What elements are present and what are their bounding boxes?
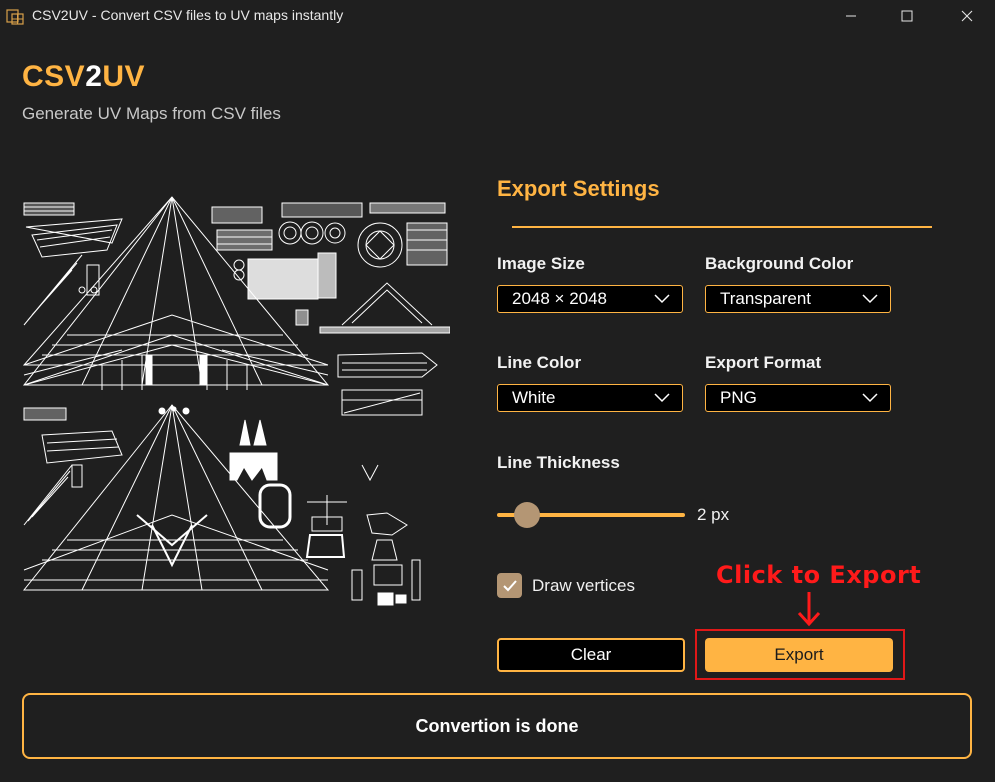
chevron-down-icon: [862, 393, 878, 403]
line-color-label: Line Color: [497, 353, 582, 372]
image-size-select[interactable]: 2048 × 2048: [497, 285, 683, 313]
chevron-down-icon: [862, 294, 878, 304]
maximize-icon: [901, 10, 913, 22]
export-format-label: Export Format: [705, 353, 822, 372]
background-color-label: Background Color: [705, 254, 854, 273]
brand-logo: CSV2UV: [22, 60, 146, 93]
arrow-down-icon: [797, 592, 821, 627]
image-size-label: Image Size: [497, 254, 585, 273]
clear-button[interactable]: Clear: [497, 638, 685, 672]
app-icon: [6, 9, 24, 25]
status-panel: Convertion is done: [22, 693, 972, 759]
image-size-value: 2048 × 2048: [512, 289, 608, 308]
export-button[interactable]: Export: [705, 638, 893, 672]
draw-vertices-label: Draw vertices: [532, 576, 635, 595]
line-thickness-slider-handle[interactable]: [514, 502, 540, 528]
title-bar: CSV2UV - Convert CSV files to UV maps in…: [0, 0, 995, 32]
line-color-value: White: [512, 388, 556, 407]
export-format-value: PNG: [720, 388, 757, 407]
line-color-select[interactable]: White: [497, 384, 683, 412]
line-thickness-label: Line Thickness: [497, 453, 620, 472]
background-color-select[interactable]: Transparent: [705, 285, 891, 313]
chevron-down-icon: [654, 294, 670, 304]
chevron-down-icon: [654, 393, 670, 403]
checkmark-icon: [502, 579, 517, 591]
minimize-button[interactable]: [828, 0, 874, 32]
export-settings-title: Export Settings: [497, 176, 660, 201]
app-subtitle: Generate UV Maps from CSV files: [22, 104, 281, 123]
line-thickness-value: 2 px: [697, 505, 730, 524]
settings-divider: [512, 226, 932, 228]
click-to-export-annotation: Click to Export: [716, 561, 922, 589]
close-button[interactable]: [944, 0, 990, 32]
background-color-value: Transparent: [720, 289, 812, 308]
window-title: CSV2UV - Convert CSV files to UV maps in…: [32, 7, 344, 23]
close-icon: [961, 10, 973, 22]
status-text: Convertion is done: [415, 715, 579, 736]
minimize-icon: [846, 15, 856, 17]
export-format-select[interactable]: PNG: [705, 384, 891, 412]
uv-map-preview: [22, 196, 450, 606]
draw-vertices-checkbox[interactable]: [497, 573, 522, 598]
maximize-button[interactable]: [884, 0, 930, 32]
